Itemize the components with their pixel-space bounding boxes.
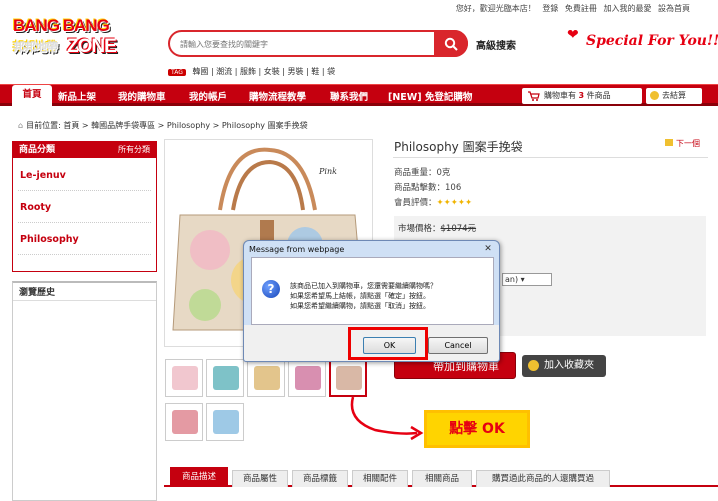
add-to-favorites-label: 加入收藏夾 [544, 360, 594, 371]
nav-my-account[interactable]: 我的帳戶 [189, 89, 227, 103]
register-link[interactable]: 免費註冊 [565, 4, 597, 13]
sidebar-item-rooty[interactable]: Rooty [20, 202, 51, 213]
thumbnail[interactable] [206, 359, 244, 397]
add-favorite-link[interactable]: 加入我的最愛 [603, 4, 651, 13]
market-price-value: $1074元 [440, 224, 477, 234]
logo-text-zone: ZONE [67, 36, 117, 57]
sidebar-title: 商品分類 [19, 145, 56, 155]
rating-label: 會員評價： [394, 198, 437, 208]
product-title: Philosophy 圖案手挽袋 [394, 140, 523, 154]
market-price-label: 市場價格： [398, 224, 441, 234]
breadcrumb-text[interactable]: 目前位置: 首頁 > 韓國品牌手袋專區 > Philosophy > Philo… [26, 121, 308, 130]
nav-home[interactable]: 首頁 [12, 85, 52, 106]
home-icon: ⌂ [18, 121, 24, 130]
search-box [168, 30, 468, 57]
sidebar-header: 商品分類 所有分類 [13, 142, 156, 158]
cart-count: 3 [578, 91, 585, 100]
search-icon [444, 37, 458, 51]
slogan: Special For You!! [586, 33, 718, 49]
login-link[interactable]: 登錄 [542, 4, 558, 13]
tag-badge: TAG [168, 69, 186, 76]
tab-related-products[interactable]: 相關商品 [412, 470, 472, 487]
checkout-button[interactable]: 去結算 [646, 88, 702, 104]
cancel-button[interactable]: Cancel [428, 337, 488, 354]
history-title: 瀏覽歷史 [13, 283, 156, 301]
sidebar-item-philosophy[interactable]: Philosophy [20, 234, 79, 245]
checkout-label: 去結算 [662, 91, 686, 100]
next-label: 下一個 [676, 139, 700, 148]
tab-accessories[interactable]: 相關配件 [352, 470, 408, 487]
all-categories-link[interactable]: 所有分類 [118, 142, 150, 158]
sidebar-item-le-jenuv[interactable]: Le-jenuv [20, 170, 66, 181]
top-links: 您好，歡迎光臨本店！ 登錄 免費註冊 加入我的最愛 設為首頁 [452, 3, 690, 14]
dialog-message-line: 如果您希望繼續購物，請點選「取消」按鈕。 [290, 302, 430, 310]
ok-button[interactable]: OK [363, 337, 416, 354]
thumbnail[interactable] [288, 359, 326, 397]
tab-tags[interactable]: 商品標籤 [292, 470, 348, 487]
dialog-message-line: 如果您希望馬上結帳，請點選「確定」按鈕。 [290, 292, 430, 300]
annotation-label: 點擊 OK [424, 410, 530, 448]
advanced-search-link[interactable]: 高級搜索 [476, 37, 516, 52]
dialog-message-line: 該商品已加入到購物車，您還需要繼續購物嗎？ [290, 282, 437, 290]
coin-icon [650, 91, 659, 100]
tab-description[interactable]: 商品描述 [170, 467, 228, 487]
product-clicks: 商品點擊數：106 [394, 183, 462, 193]
add-to-favorites-button[interactable]: 加入收藏夾 [522, 355, 606, 377]
dialog-footer: OK Cancel [244, 325, 499, 361]
favorite-icon [528, 360, 539, 371]
tab-also-bought[interactable]: 購買過此商品的人還購買過 [476, 470, 610, 487]
browse-history: 瀏覽歷史 [12, 281, 157, 501]
thumbnail[interactable] [247, 359, 285, 397]
breadcrumb: ⌂ 目前位置: 首頁 > 韓國品牌手袋專區 > Philosophy > Phil… [18, 120, 308, 131]
nav-my-cart[interactable]: 我的購物車 [118, 89, 166, 103]
tag-links[interactable]: 韓國 | 潮流 | 服飾 | 女裝 | 男裝 | 鞋 | 袋 [192, 67, 335, 76]
close-icon[interactable]: ✕ [481, 243, 495, 255]
cart-icon [528, 91, 540, 101]
alert-dialog: Message from webpage ✕ ? 該商品已加入到購物車，您還需要… [243, 240, 500, 362]
question-icon: ? [262, 280, 280, 298]
divider [18, 254, 151, 255]
logo-text-bangbang: BANG BANG [13, 16, 110, 35]
nav-shopping-guide[interactable]: 購物流程教學 [249, 89, 306, 103]
search-input[interactable] [180, 36, 435, 52]
search-button[interactable] [434, 30, 468, 57]
dialog-title: Message from webpage [249, 245, 345, 254]
logo-chinese: 邦邦地帶 [13, 40, 58, 54]
product-weight: 商品重量：0克 [394, 168, 451, 178]
cart-text-suffix: 件商品 [586, 91, 611, 100]
thumbnail[interactable] [165, 403, 203, 441]
next-product-link[interactable]: 下一個 [665, 138, 700, 149]
category-sidebar: 商品分類 所有分類 Le-jenuv Rooty Philosophy [12, 141, 157, 272]
tab-attributes[interactable]: 商品屬性 [232, 470, 288, 487]
divider [18, 190, 151, 191]
next-icon [665, 139, 673, 146]
main-nav: 首頁 新品上架 我的購物車 我的帳戶 購物流程教學 聯系我們 [NEW] 免登記… [0, 84, 718, 106]
cart-summary[interactable]: 購物車有 3 件商品 [522, 88, 642, 104]
market-price: 市場價格：$1074元 [398, 222, 476, 234]
product-tabs: 商品描述 商品屬性 商品標籤 相關配件 相關商品 購買過此商品的人還購買過 [164, 463, 718, 487]
image-color-label: Pink [319, 167, 337, 176]
tag-line: TAG 韓國 | 潮流 | 服飾 | 女裝 | 男裝 | 鞋 | 袋 [168, 66, 335, 77]
welcome-text: 您好，歡迎光臨本店！ [455, 4, 536, 13]
divider [393, 157, 708, 158]
member-rating: 會員評價：✦✦✦✦✦ [394, 196, 472, 208]
site-logo[interactable]: 邦邦地帶 BANG BANG ZONE [13, 16, 138, 66]
nav-new-arrivals[interactable]: 新品上架 [58, 89, 96, 103]
thumbnail[interactable] [165, 359, 203, 397]
option-select[interactable]: an) ▾ [502, 273, 552, 286]
cart-text: 購物車有 [544, 91, 576, 100]
nav-guest-checkout[interactable]: [NEW] 免登記購物 [388, 89, 472, 103]
nav-contact[interactable]: 聯系我們 [330, 89, 368, 103]
thumbnail-selected[interactable] [329, 359, 367, 397]
rating-stars-icon: ✦✦✦✦✦ [436, 198, 473, 208]
set-homepage-link[interactable]: 設為首頁 [658, 4, 690, 13]
divider [18, 222, 151, 223]
thumbnail[interactable] [206, 403, 244, 441]
dialog-body: ? 該商品已加入到購物車，您還需要繼續購物嗎？ 如果您希望馬上結帳，請點選「確定… [251, 257, 494, 325]
annotation-arrow-icon [350, 396, 424, 441]
